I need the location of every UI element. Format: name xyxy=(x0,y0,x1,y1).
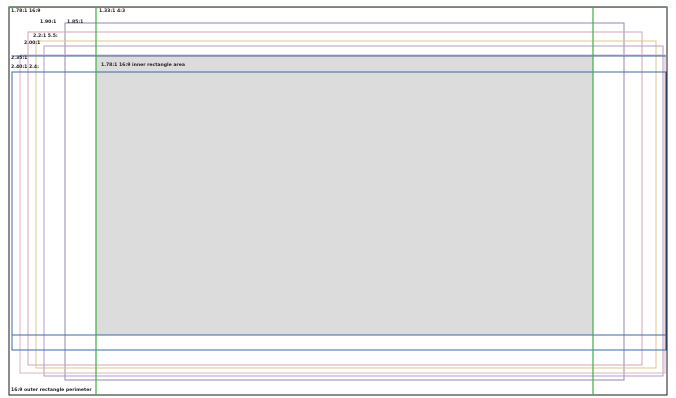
label-1-33: 1.33:1 4:3 xyxy=(99,9,126,14)
label-1-78: 1.78:1 16:9 xyxy=(11,9,41,14)
ratio-frames xyxy=(8,6,668,396)
inner-rectangle-area xyxy=(96,56,593,335)
label-2-35: 2.35:1 xyxy=(11,56,28,61)
label-1-90: 1.90:1 xyxy=(40,20,57,25)
label-2-2: 2.2:1 5.5: xyxy=(33,34,58,39)
label-1-85: 1.85:1 xyxy=(67,20,84,25)
label-2-40: 2.40:1 2.4: xyxy=(11,65,39,70)
label-2-00: 2.00:1 xyxy=(24,41,41,46)
label-inner-area: 1.78:1 16:9 inner rectangle area xyxy=(101,63,185,68)
aspect-ratio-diagram: 1.78:1 16:9 1.33:1 4:3 1.90:1 1.85:1 2.2… xyxy=(0,0,676,398)
label-outer-perimeter: 16:9 outer rectangle perimeter xyxy=(11,388,92,393)
